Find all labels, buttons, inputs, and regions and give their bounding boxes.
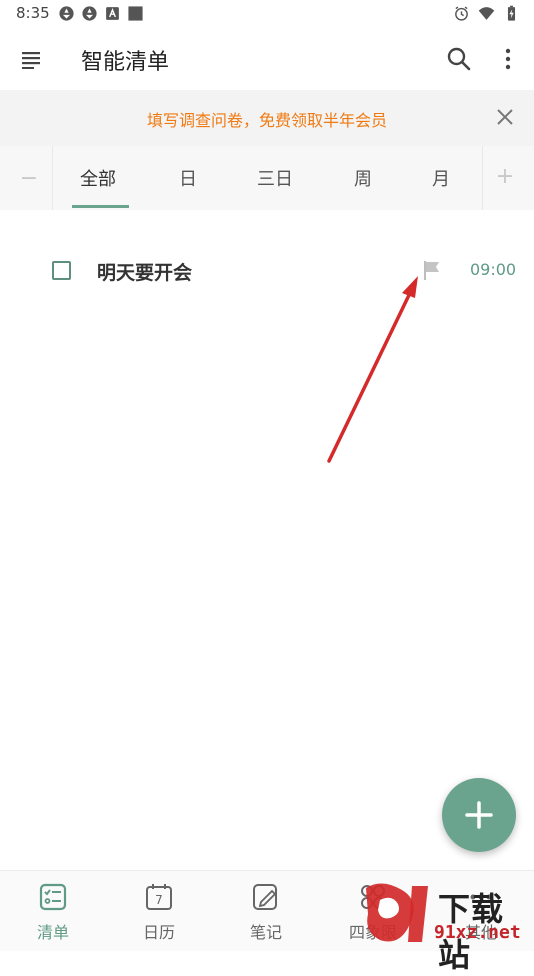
divider <box>482 146 483 210</box>
nav-label-calendar: 日历 <box>142 923 175 942</box>
calendar-icon: 7 <box>146 884 172 910</box>
task-row[interactable]: 明天要开会 09:00 <box>0 240 534 302</box>
tab-day[interactable]: 日 <box>179 165 197 191</box>
alarm-icon <box>455 6 468 21</box>
plus-icon <box>465 801 493 829</box>
watermark-text-bottom: 91xz.net <box>434 922 521 943</box>
nav-item-calendar[interactable]: 7 日历 <box>106 871 212 951</box>
checklist-icon <box>39 883 67 911</box>
tab-active-indicator <box>72 205 129 208</box>
page-title: 智能清单 <box>81 50 170 75</box>
battery-charging-icon <box>507 5 516 21</box>
menu-icon[interactable] <box>20 48 42 70</box>
promo-banner-text[interactable]: 填写调查问卷，免费领取半年会员 <box>0 107 534 131</box>
status-icons-right <box>453 5 520 22</box>
flag-icon[interactable] <box>421 259 443 281</box>
nav-label-notes: 笔记 <box>249 923 282 942</box>
search-icon[interactable] <box>446 46 472 72</box>
task-checkbox[interactable] <box>52 261 71 280</box>
status-time: 8:35 <box>16 4 50 22</box>
nav-label-quadrant: 四象限 <box>348 923 397 942</box>
divider <box>52 146 53 210</box>
note-edit-icon <box>253 884 277 910</box>
square-icon <box>128 6 143 21</box>
status-icons-left <box>58 5 144 22</box>
quadrant-icon <box>361 885 385 909</box>
tab-minus-button[interactable]: − <box>18 166 40 191</box>
tab-week[interactable]: 周 <box>354 165 372 191</box>
calendar-icon-day: 7 <box>155 893 163 907</box>
status-bar: 8:35 <box>0 0 534 28</box>
app-bar: 智能清单 <box>0 28 534 90</box>
nav-item-quadrant[interactable]: 四象限 <box>320 871 426 951</box>
more-vert-icon[interactable] <box>497 47 519 71</box>
add-task-button[interactable] <box>442 778 516 852</box>
nav-item-list[interactable]: 清单 <box>0 871 106 951</box>
tab-three-days[interactable]: 三日 <box>257 165 293 191</box>
task-title[interactable]: 明天要开会 <box>97 258 192 285</box>
tab-plus-button[interactable]: + <box>494 164 516 189</box>
app-notification-icon <box>59 6 74 21</box>
wifi-icon <box>478 7 495 20</box>
close-icon[interactable] <box>494 106 516 128</box>
promo-banner[interactable]: 填写调查问卷，免费领取半年会员 <box>0 90 534 146</box>
range-tabs: − 全部 日 三日 周 月 + <box>0 146 534 210</box>
tab-all[interactable]: 全部 <box>80 165 116 191</box>
nav-label-list: 清单 <box>36 923 69 942</box>
font-a-icon <box>106 7 119 20</box>
nav-item-notes[interactable]: 笔记 <box>213 871 319 951</box>
tab-month[interactable]: 月 <box>432 165 450 191</box>
task-time: 09:00 <box>470 260 517 279</box>
app-notification-icon <box>82 6 97 21</box>
